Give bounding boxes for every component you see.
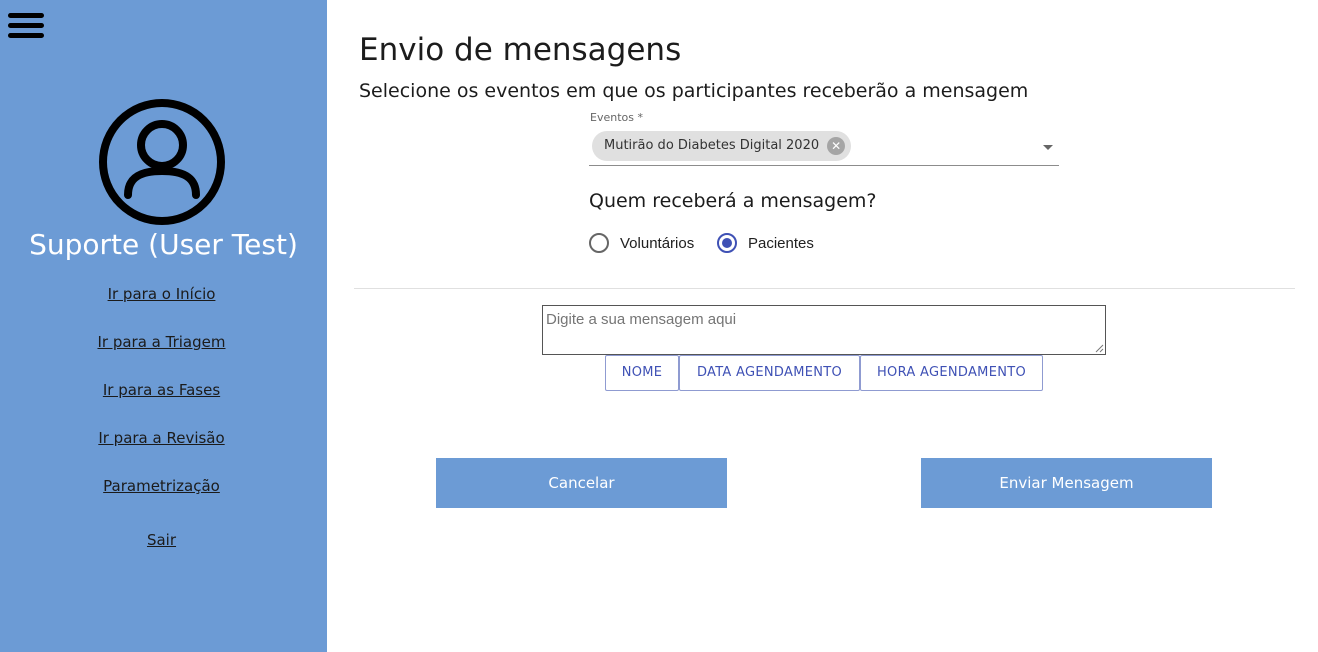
resize-grip-icon[interactable]	[1095, 344, 1104, 353]
insert-date-button[interactable]: DATA AGENDAMENTO	[679, 355, 860, 391]
nav-link-review[interactable]: Ir para a Revisão	[0, 429, 323, 447]
user-avatar-icon	[99, 99, 225, 225]
insert-name-button[interactable]: NOME	[605, 355, 679, 391]
user-name: Suporte (User Test)	[29, 228, 298, 261]
send-message-button[interactable]: Enviar Mensagem	[921, 458, 1212, 508]
page-title: Envio de mensagens	[359, 32, 682, 68]
radio-volunteers[interactable]: Voluntários	[589, 232, 694, 254]
nav-link-triage[interactable]: Ir para a Triagem	[0, 333, 323, 351]
events-select[interactable]: Mutirão do Diabetes Digital 2020 ✕	[589, 128, 1059, 166]
message-input[interactable]	[542, 305, 1106, 355]
event-chip: Mutirão do Diabetes Digital 2020 ✕	[592, 131, 852, 161]
recipients-question: Quem receberá a mensagem?	[589, 190, 877, 212]
page-subtitle: Selecione os eventos em que os participa…	[359, 80, 1029, 102]
divider	[354, 288, 1295, 289]
nav-link-phases[interactable]: Ir para as Fases	[0, 381, 323, 399]
cancel-button[interactable]: Cancelar	[436, 458, 727, 508]
radio-volunteers-circle[interactable]	[589, 233, 609, 253]
radio-patients-circle[interactable]	[717, 233, 737, 253]
radio-volunteers-label: Voluntários	[620, 234, 695, 252]
chip-remove-icon[interactable]: ✕	[827, 137, 846, 155]
nav-link-logout[interactable]: Sair	[0, 531, 323, 549]
radio-patients[interactable]: Pacientes	[717, 232, 814, 254]
radio-patients-label: Pacientes	[748, 234, 814, 252]
events-label: Eventos *	[590, 111, 643, 124]
insert-time-button[interactable]: HORA AGENDAMENTO	[860, 355, 1043, 391]
nav-link-settings[interactable]: Parametrização	[0, 477, 323, 495]
sidebar: Suporte (User Test) Ir para o Início Ir …	[0, 0, 327, 652]
menu-icon[interactable]	[8, 13, 46, 43]
dropdown-arrow-icon[interactable]	[1043, 145, 1053, 150]
event-chip-label: Mutirão do Diabetes Digital 2020	[604, 138, 820, 153]
nav-link-home[interactable]: Ir para o Início	[0, 285, 323, 303]
